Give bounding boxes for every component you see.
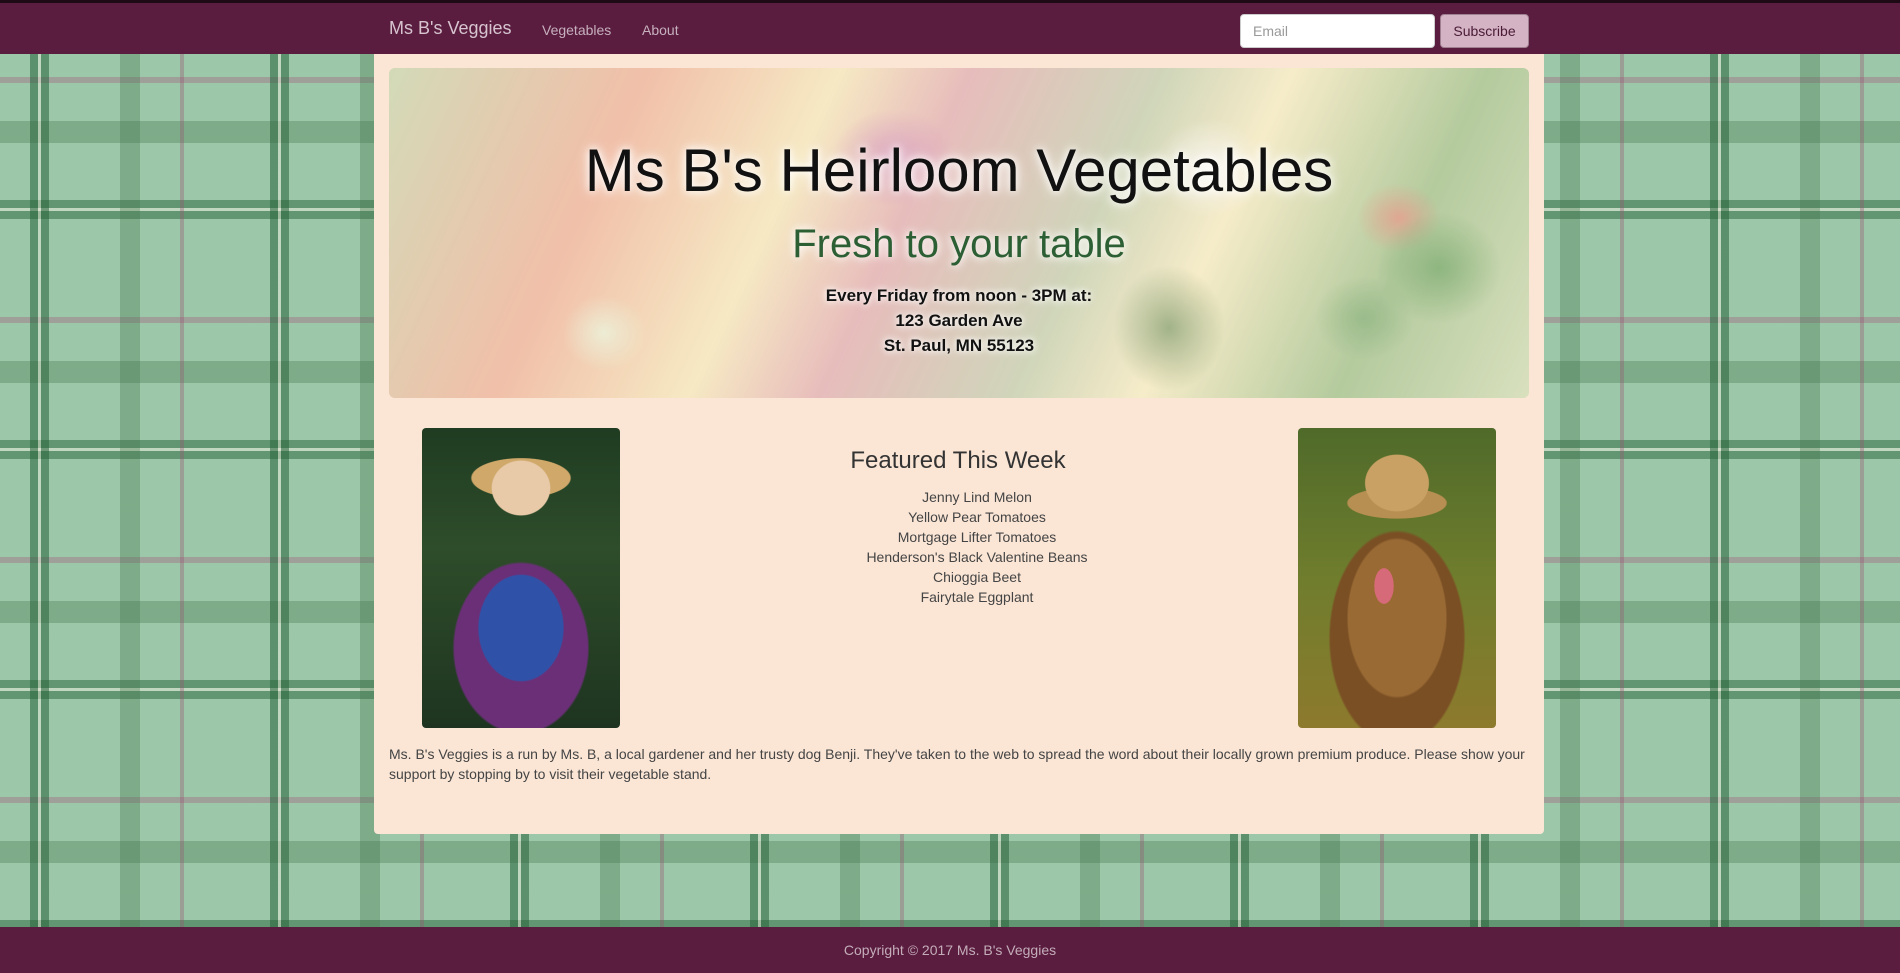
ms-b-photo [422, 428, 620, 728]
dog-benji-photo [1298, 428, 1496, 728]
featured-item: Yellow Pear Tomatoes [908, 509, 1046, 525]
featured-item: Chioggia Beet [933, 569, 1021, 585]
hero-schedule: Every Friday from noon - 3PM at: [825, 286, 1093, 305]
featured-item: Jenny Lind Melon [922, 489, 1032, 505]
featured-title: Featured This Week [850, 447, 1066, 474]
featured-item: Fairytale Eggplant [920, 589, 1034, 605]
hero-subtitle: Fresh to your table [792, 222, 1126, 266]
nav-link-about[interactable]: About [642, 22, 679, 38]
about-paragraph: Ms. B's Veggies is a run by Ms. B, a loc… [389, 746, 1525, 782]
hero-title: Ms B's Heirloom Vegetables [584, 137, 1334, 204]
navbar: Ms B's Veggies Vegetables About Subscrib… [0, 0, 1900, 54]
featured-item: Henderson's Black Valentine Beans [866, 549, 1088, 565]
brand-link[interactable]: Ms B's Veggies [389, 18, 512, 39]
nav-link-vegetables[interactable]: Vegetables [542, 22, 611, 38]
copyright-text: Copyright © 2017 Ms. B's Veggies [843, 942, 1057, 958]
footer: Copyright © 2017 Ms. B's Veggies [0, 927, 1900, 973]
subscribe-button[interactable]: Subscribe [1440, 14, 1529, 48]
hero-address-line1: 123 Garden Ave [895, 311, 1023, 330]
featured-item: Mortgage Lifter Tomatoes [897, 529, 1057, 545]
email-input[interactable] [1240, 14, 1435, 48]
hero-banner: Ms B's Heirloom Vegetables Fresh to your… [389, 68, 1529, 398]
main-content: Ms B's Heirloom Vegetables Fresh to your… [374, 54, 1544, 834]
featured-list: Jenny Lind Melon Yellow Pear Tomatoes Mo… [767, 487, 1187, 607]
hero-address-line2: St. Paul, MN 55123 [883, 336, 1035, 355]
